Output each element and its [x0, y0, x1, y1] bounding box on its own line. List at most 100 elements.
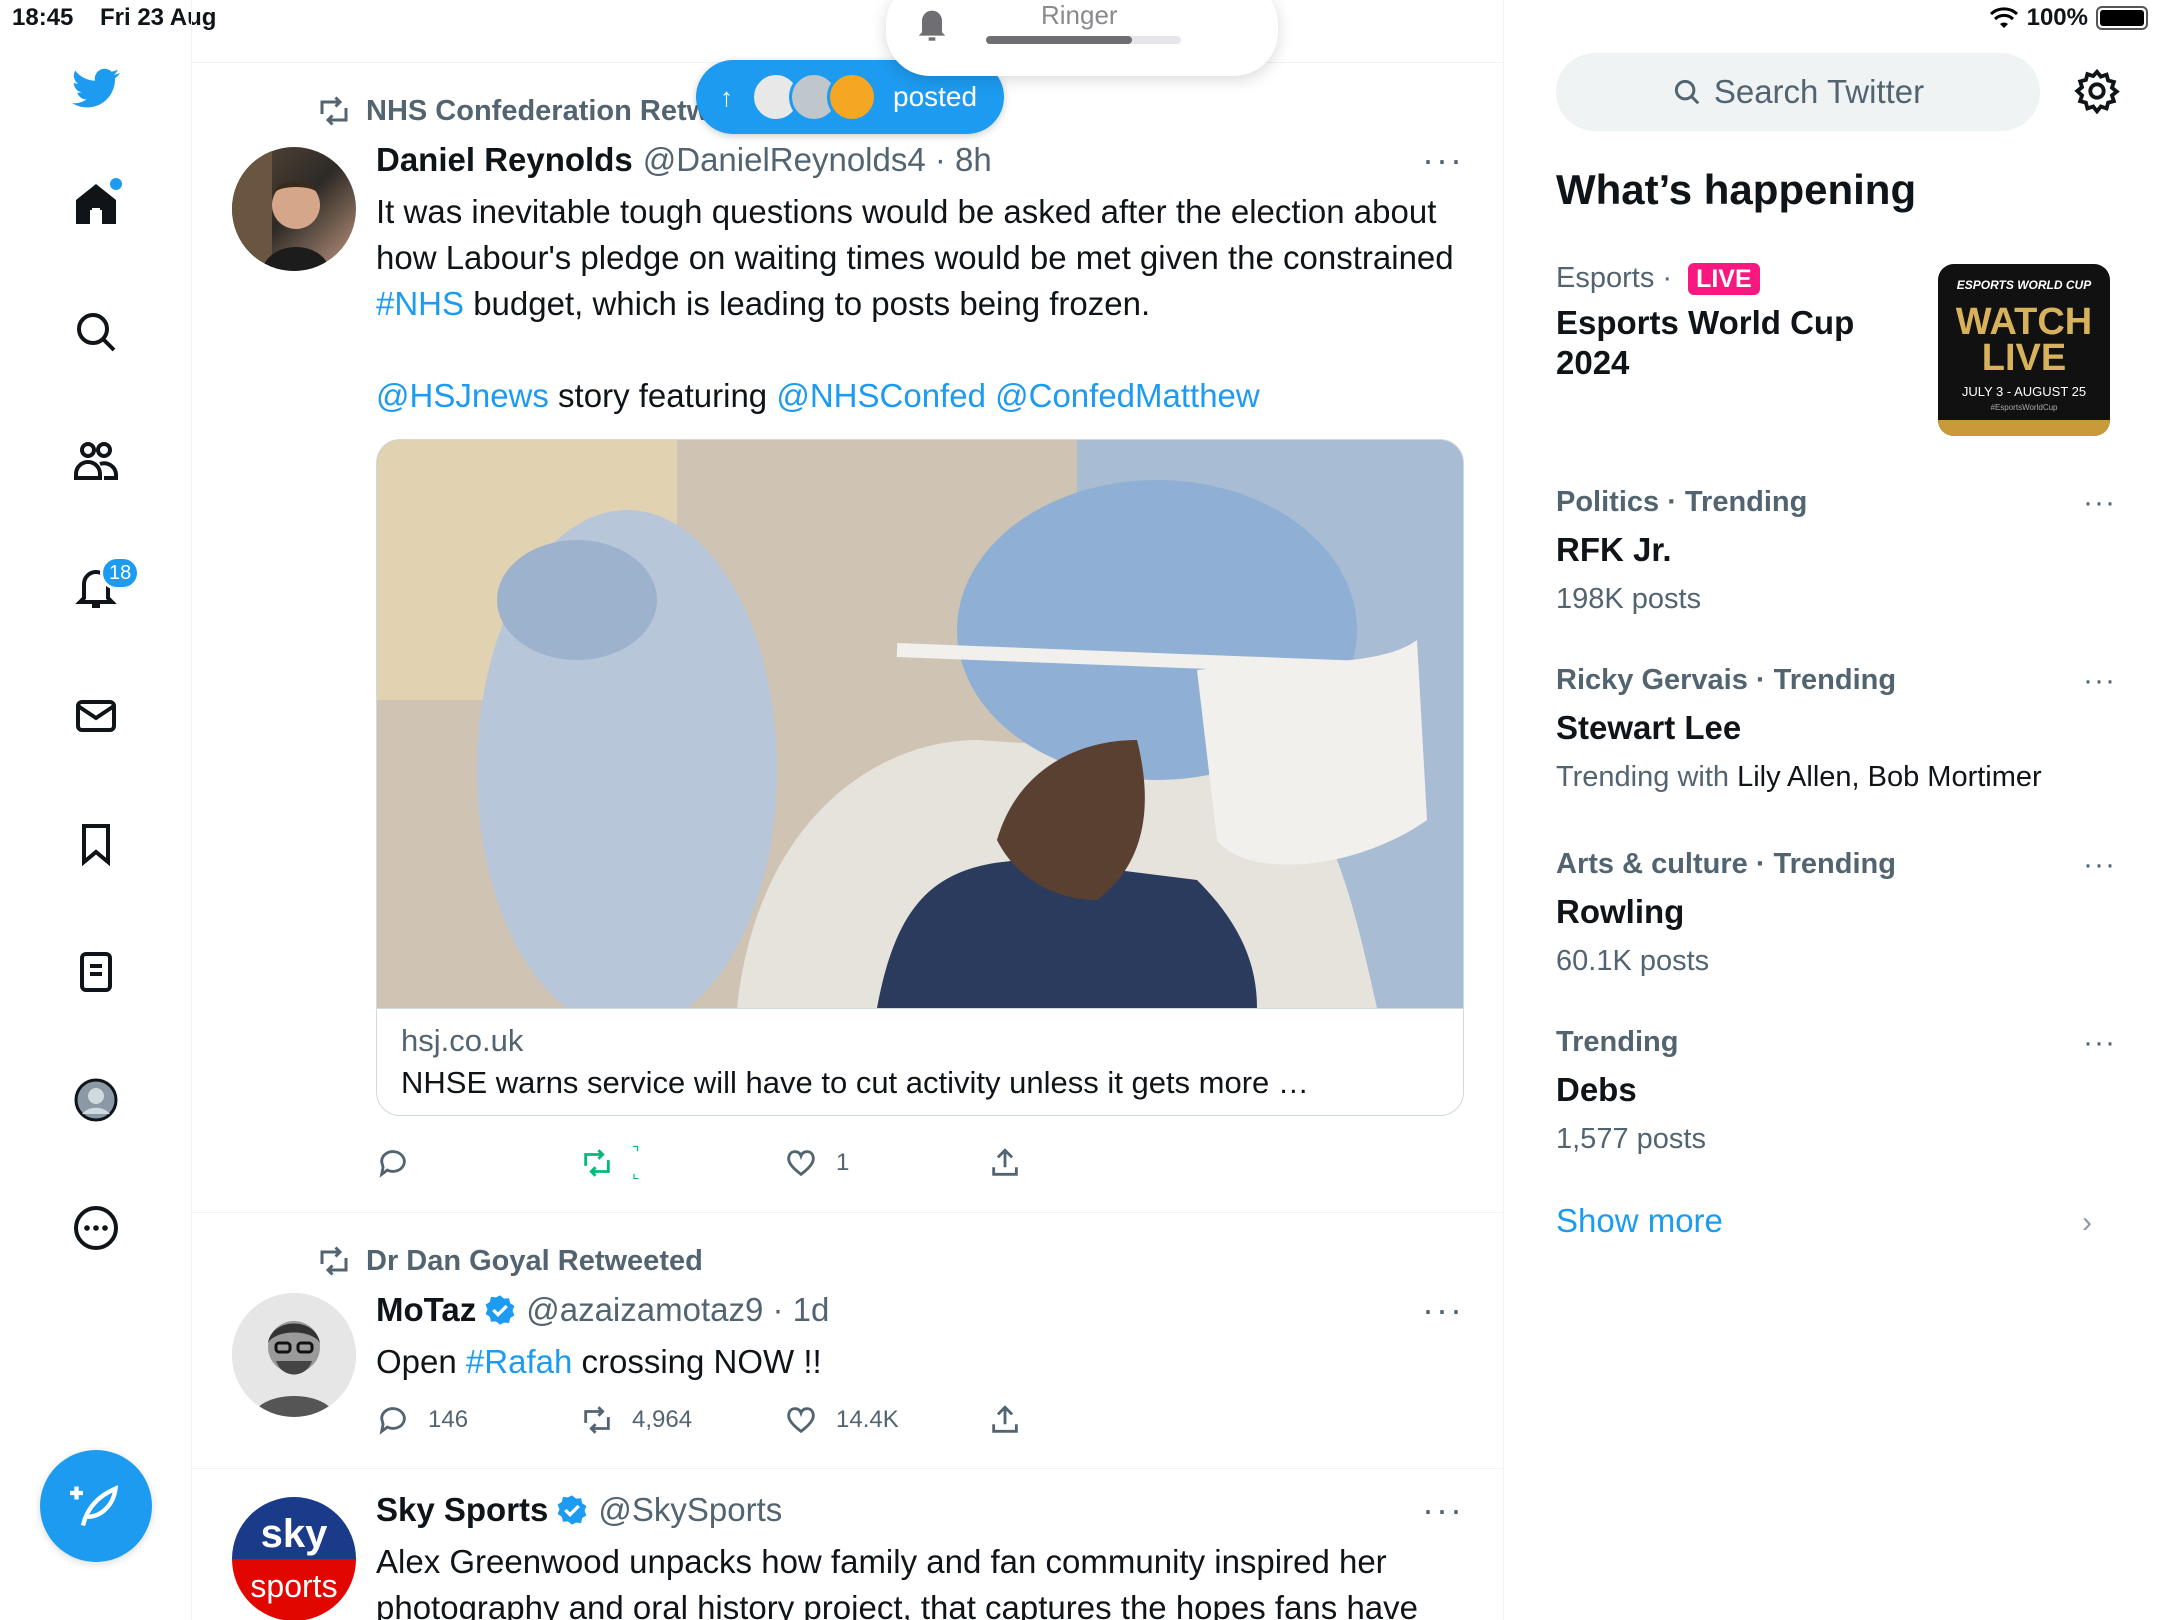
mini-avatar: [827, 72, 877, 122]
trend-context: Trending with Lily Allen, Bob Mortimer: [1556, 761, 2116, 794]
like-button[interactable]: 14.4K: [784, 1403, 988, 1437]
trend-category: Trending: [1556, 1026, 1679, 1058]
tweet-text: Open #Rafah crossing NOW !!: [376, 1339, 1466, 1385]
trend-item[interactable]: Esports · LIVE Esports World Cup 2024: [1556, 262, 1916, 383]
retweeted-by-text: Dr Dan Goyal Retweeted: [366, 1244, 703, 1277]
card-footer: hsj.co.uk NHSE warns service will have t…: [377, 1008, 1463, 1115]
link-card[interactable]: hsj.co.uk NHSE warns service will have t…: [376, 439, 1464, 1116]
thumb-line: LIVE: [1981, 337, 2067, 379]
trend-item[interactable]: Politics · Trending RFK Jr. 198K posts ·…: [1556, 486, 2116, 616]
tweet-text-part: budget, which is leading to posts being …: [464, 285, 1151, 322]
heart-icon: [787, 1407, 815, 1434]
trend-more-icon[interactable]: ···: [2083, 486, 2116, 520]
like-count: 14.4K: [836, 1406, 899, 1433]
notifications-icon[interactable]: 18: [60, 552, 141, 624]
trend-category: Arts & culture · Trending: [1556, 848, 1896, 880]
trend-item[interactable]: Arts & culture · Trending Rowling 60.1K …: [1556, 848, 2116, 978]
ringer-label: Ringer: [1041, 0, 1118, 30]
trend-name: RFK Jr.: [1556, 531, 1672, 568]
communities-icon[interactable]: [60, 424, 132, 496]
author-handle-time[interactable]: @azaizamotaz9 · 1d: [526, 1291, 829, 1329]
show-more-link[interactable]: Show more: [1556, 1202, 1723, 1240]
ringer-hud: Ringer: [886, 0, 1278, 76]
author-handle-time[interactable]: @SkySports: [598, 1491, 782, 1529]
trend-item[interactable]: Ricky Gervais · Trending Stewart Lee Tre…: [1556, 664, 2116, 794]
retweet-context: Dr Dan Goyal Retweeted: [316, 1243, 703, 1279]
like-button[interactable]: 1: [784, 1146, 988, 1180]
mention-link[interactable]: @HSJnews: [376, 377, 549, 414]
hashtag-link[interactable]: #Rafah: [466, 1343, 572, 1380]
reply-button[interactable]: [376, 1146, 580, 1180]
tweet-text-part: Open: [376, 1343, 466, 1380]
author-handle-time[interactable]: @DanielReynolds4 · 8h: [643, 141, 992, 179]
esports-thumbnail[interactable]: ESPORTS WORLD CUP WATCH LIVE JULY 3 - AU…: [1938, 264, 2110, 436]
home-icon[interactable]: [60, 168, 132, 240]
trend-name: Stewart Lee: [1556, 709, 1742, 746]
card-image: [377, 440, 1463, 1008]
tweet-more-icon[interactable]: ···: [1422, 139, 1464, 181]
author-name[interactable]: Daniel Reynolds: [376, 141, 633, 179]
lists-icon[interactable]: [60, 936, 132, 1008]
reply-icon: [379, 1150, 406, 1178]
trend-category: Esports ·: [1556, 262, 1681, 294]
avatar[interactable]: sky sports: [232, 1497, 356, 1620]
tweet-header: Daniel Reynolds @DanielReynolds4 · 8h: [376, 141, 992, 179]
retweet-button[interactable]: ⌝ ⌞: [580, 1143, 784, 1183]
tweet[interactable]: Dr Dan Goyal Retweeted MoTaz @azaizamota…: [192, 1213, 1504, 1469]
trend-more-icon[interactable]: ···: [2083, 848, 2116, 882]
compose-tweet-button[interactable]: [40, 1450, 152, 1562]
bookmarks-icon[interactable]: [60, 808, 132, 880]
tweet-more-icon[interactable]: ···: [1422, 1489, 1464, 1531]
twitter-logo-icon[interactable]: [60, 52, 132, 124]
trend-category: Ricky Gervais · Trending: [1556, 664, 1897, 696]
share-button[interactable]: [988, 1146, 1192, 1180]
timeline: NHS Confederation Retweeted Daniel Reyno…: [192, 0, 1504, 1620]
trend-name: Rowling: [1556, 893, 1685, 930]
verified-badge-icon: [485, 1295, 515, 1325]
bell-icon: [918, 10, 946, 41]
avatar[interactable]: [232, 147, 356, 271]
retweet-icon: [320, 96, 348, 126]
messages-icon[interactable]: [60, 680, 132, 752]
tweet-text-part: story featuring: [548, 377, 777, 414]
section-title: What’s happening: [1556, 166, 1917, 213]
tweet-text: It was inevitable tough questions would …: [376, 189, 1466, 419]
retweet-button[interactable]: 4,964: [580, 1403, 784, 1437]
thumb-line: JULY 3 - AUGUST 25: [1961, 384, 2087, 399]
trend-name: Esports World Cup 2024: [1556, 304, 1855, 381]
trend-more-icon[interactable]: ···: [2083, 664, 2116, 698]
svg-text:sky: sky: [261, 1512, 328, 1556]
share-icon: [992, 1148, 1018, 1176]
heart-icon: [787, 1150, 815, 1177]
more-icon[interactable]: [60, 1192, 132, 1264]
trend-category: Politics · Trending: [1556, 486, 1808, 518]
mention-link[interactable]: @ConfedMatthew: [995, 377, 1260, 414]
home-unread-dot: [110, 178, 122, 190]
retweet-count-anim: ⌝ ⌞: [632, 1145, 640, 1182]
mention-link[interactable]: @NHSConfed: [776, 377, 986, 414]
trend-item[interactable]: Trending Debs 1,577 posts ···: [1556, 1026, 2116, 1156]
gear-icon[interactable]: [2074, 68, 2120, 114]
reply-icon: [379, 1407, 406, 1435]
trend-more-icon[interactable]: ···: [2083, 1026, 2116, 1060]
reply-button[interactable]: 146: [376, 1403, 580, 1437]
profile-icon[interactable]: [60, 1064, 132, 1136]
notifications-badge: 18: [100, 556, 141, 590]
search-input[interactable]: Search Twitter: [1556, 53, 2040, 131]
tweet[interactable]: NHS Confederation Retweeted Daniel Reyno…: [192, 63, 1504, 1213]
arrow-up-icon: ↑: [720, 81, 733, 112]
share-button[interactable]: [988, 1403, 1192, 1437]
trend-context-prefix: Trending with: [1556, 761, 1738, 793]
tweet-more-icon[interactable]: ···: [1422, 1289, 1464, 1331]
hashtag-link[interactable]: #NHS: [376, 285, 464, 322]
author-name[interactable]: Sky Sports: [376, 1491, 548, 1529]
retweet-icon: [584, 1406, 610, 1434]
author-name[interactable]: MoTaz: [376, 1291, 476, 1329]
avatar[interactable]: [232, 1293, 356, 1417]
right-sidebar: Search Twitter What’s happening Esports …: [1504, 0, 2160, 1620]
trend-posts: 60.1K posts: [1556, 945, 1710, 977]
live-badge: LIVE: [1688, 263, 1760, 295]
left-nav: 18: [0, 0, 192, 1620]
explore-icon[interactable]: [60, 296, 132, 368]
tweet[interactable]: sky sports Sky Sports @SkySports ··· Alex…: [192, 1469, 1504, 1620]
